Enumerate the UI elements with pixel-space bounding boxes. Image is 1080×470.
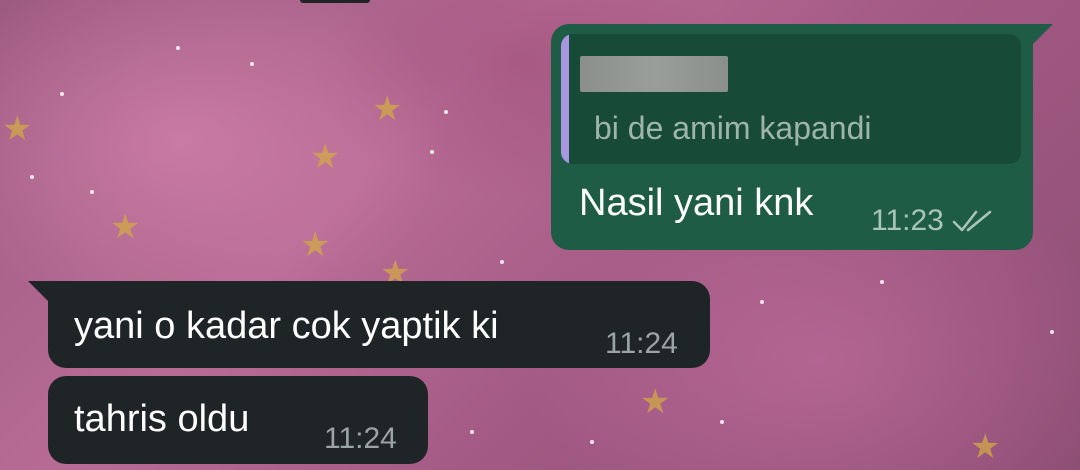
quoted-author-name-redacted xyxy=(580,56,728,92)
star-decoration: ★ xyxy=(310,137,341,177)
outgoing-message-time: 11:23 xyxy=(871,204,944,237)
sparkle-decoration xyxy=(500,260,504,264)
previous-message-edge xyxy=(300,0,370,3)
outgoing-message-bubble[interactable]: bi de amim kapandi Nasil yani knk 11:23 xyxy=(551,24,1053,250)
sparkle-decoration xyxy=(430,150,434,154)
star-decoration: ★ xyxy=(2,109,33,149)
star-decoration: ★ xyxy=(640,382,671,422)
double-check-icon xyxy=(952,210,992,232)
incoming-message-time: 11:24 xyxy=(605,327,678,360)
sparkle-decoration xyxy=(760,300,764,304)
sparkle-decoration xyxy=(90,190,94,194)
sparkle-decoration xyxy=(176,46,180,50)
outgoing-message-meta: 11:23 xyxy=(871,204,996,238)
star-decoration: ★ xyxy=(300,225,331,265)
sparkle-decoration xyxy=(1050,330,1054,334)
sparkle-decoration xyxy=(30,175,34,179)
star-decoration: ★ xyxy=(110,207,141,247)
star-decoration: ★ xyxy=(970,427,1001,467)
sparkle-decoration xyxy=(880,280,884,284)
sparkle-decoration xyxy=(444,110,448,114)
quote-accent-bar xyxy=(561,34,569,164)
star-decoration: ★ xyxy=(372,89,403,129)
sparkle-decoration xyxy=(470,430,474,434)
incoming-message-time: 11:24 xyxy=(324,422,397,455)
incoming-message-bubble[interactable]: tahris oldu 11:24 xyxy=(48,376,428,464)
outgoing-message-text: Nasil yani knk xyxy=(579,182,814,224)
sparkle-decoration xyxy=(720,420,724,424)
incoming-message-text: yani o kadar cok yaptik ki xyxy=(74,305,499,347)
sparkle-decoration xyxy=(590,440,594,444)
sparkle-decoration xyxy=(60,92,64,96)
incoming-message-text: tahris oldu xyxy=(74,398,250,440)
quoted-message-text: bi de amim kapandi xyxy=(594,110,872,146)
incoming-message-bubble[interactable]: yani o kadar cok yaptik ki 11:24 xyxy=(28,281,710,368)
sparkle-decoration xyxy=(250,62,254,66)
quoted-reply[interactable]: bi de amim kapandi xyxy=(561,34,1021,164)
